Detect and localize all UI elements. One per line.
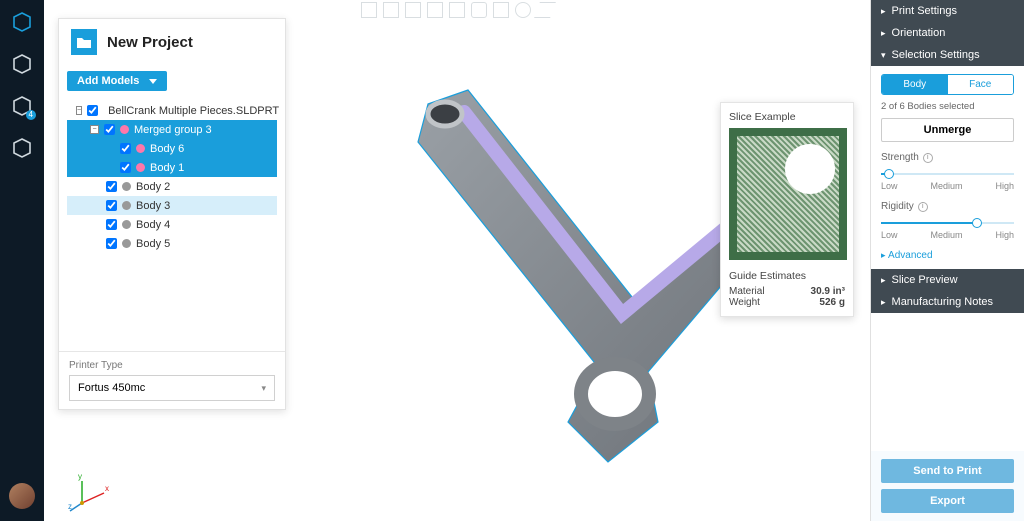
view-icon[interactable] <box>471 2 487 18</box>
band-orientation[interactable]: ▸Orientation <box>871 22 1024 44</box>
tree-label: Body 4 <box>136 219 170 231</box>
body-icon <box>122 220 131 229</box>
visibility-checkbox[interactable] <box>106 200 117 211</box>
left-icon-bar: 4 <box>0 0 44 521</box>
slice-popover: Slice Example Guide Estimates Material30… <box>720 102 854 317</box>
info-icon[interactable]: i <box>923 153 933 163</box>
tree-row[interactable]: Body 1 <box>67 158 277 177</box>
history-icon[interactable]: 4 <box>10 94 34 118</box>
view-icon[interactable] <box>361 2 377 18</box>
tree-label: Body 2 <box>136 181 170 193</box>
visibility-checkbox[interactable] <box>104 124 115 135</box>
body-icon <box>122 239 131 248</box>
band-print-settings[interactable]: ▸Print Settings <box>871 0 1024 22</box>
right-footer: Send to Print Export <box>871 451 1024 521</box>
seg-body-button[interactable]: Body <box>882 75 948 94</box>
project-title: New Project <box>107 34 193 51</box>
view-icon[interactable] <box>383 2 399 18</box>
chevron-right-icon: ▸ <box>881 28 886 39</box>
body-icon <box>122 201 131 210</box>
printer-type-select[interactable]: Fortus 450mc ▾ <box>69 375 275 401</box>
body-icon <box>136 163 145 172</box>
tree-label: Body 3 <box>136 200 170 212</box>
visibility-checkbox[interactable] <box>120 162 131 173</box>
export-button[interactable]: Export <box>881 489 1014 513</box>
strength-slider[interactable] <box>881 169 1014 179</box>
tree-row[interactable]: Body 6 <box>67 139 277 158</box>
add-to-scene-icon[interactable] <box>10 52 34 76</box>
slice-preview-image <box>729 128 847 260</box>
chevron-down-icon: ▾ <box>881 50 886 61</box>
visibility-checkbox[interactable] <box>106 238 117 249</box>
selection-mode-segment: Body Face <box>881 74 1014 95</box>
view-icon[interactable] <box>515 2 531 18</box>
printer-type-label: Printer Type <box>69 360 275 371</box>
estimates-title: Guide Estimates <box>729 270 845 282</box>
tree-row[interactable]: Body 2 <box>67 177 277 196</box>
project-panel: New Project Add Models −BellCrank Multip… <box>58 18 286 410</box>
estimate-row: Weight526 g <box>729 297 845 308</box>
svg-text:y: y <box>78 472 82 481</box>
tree-label: Merged group 3 <box>134 124 212 136</box>
tree-label: BellCrank Multiple Pieces.SLDPRT <box>108 105 279 117</box>
view-icon[interactable] <box>493 2 509 18</box>
view-icon[interactable] <box>427 2 443 18</box>
visibility-checkbox[interactable] <box>106 219 117 230</box>
svg-text:x: x <box>105 484 109 493</box>
printer-type-value: Fortus 450mc <box>78 382 145 394</box>
recent-icon[interactable] <box>10 136 34 160</box>
body-icon <box>136 144 145 153</box>
tree-row[interactable]: Body 5 <box>67 234 277 253</box>
chevron-down-icon <box>149 79 157 84</box>
chevron-down-icon: ▾ <box>261 383 266 394</box>
body-icon <box>120 125 129 134</box>
add-models-button[interactable]: Add Models <box>67 71 167 91</box>
chevron-right-icon: ▸ <box>881 275 886 286</box>
visibility-checkbox[interactable] <box>87 105 98 116</box>
seg-face-button[interactable]: Face <box>948 75 1014 94</box>
selection-settings-content: Body Face 2 of 6 Bodies selected Unmerge… <box>871 66 1024 269</box>
band-slice-preview[interactable]: ▸Slice Preview <box>871 269 1024 291</box>
view-icon[interactable] <box>449 2 465 18</box>
tree-row[interactable]: − Merged group 3 <box>67 120 277 139</box>
band-manufacturing-notes[interactable]: ▸Manufacturing Notes <box>871 291 1024 313</box>
strength-label: Strengthi <box>881 152 1014 163</box>
body-icon <box>122 182 131 191</box>
band-selection-settings[interactable]: ▾Selection Settings <box>871 44 1024 66</box>
tree-label: Body 5 <box>136 238 170 250</box>
view-icon[interactable] <box>534 2 556 18</box>
svg-text:z: z <box>68 502 72 511</box>
slice-title: Slice Example <box>729 111 845 123</box>
tree-label: Body 6 <box>150 143 184 155</box>
right-panel: ▸Print Settings ▸Orientation ▾Selection … <box>870 0 1024 521</box>
avatar[interactable] <box>9 483 35 509</box>
tree-label: Body 1 <box>150 162 184 174</box>
send-to-print-button[interactable]: Send to Print <box>881 459 1014 483</box>
tree-row[interactable]: − BellCrank Multiple Pieces.SLDPRT <box>67 101 277 120</box>
visibility-checkbox[interactable] <box>120 143 131 154</box>
rigidity-label: Rigidityi <box>881 201 1014 212</box>
chevron-right-icon: ▸ <box>881 297 886 308</box>
cube-icon[interactable] <box>10 10 34 34</box>
unmerge-button[interactable]: Unmerge <box>881 118 1014 142</box>
selection-status: 2 of 6 Bodies selected <box>881 101 1014 112</box>
visibility-checkbox[interactable] <box>106 181 117 192</box>
estimate-row: Material30.9 in³ <box>729 286 845 297</box>
chevron-right-icon: ▸ <box>881 6 886 17</box>
view-cube-toolbar <box>361 2 553 18</box>
rigidity-slider[interactable] <box>881 218 1014 228</box>
expander-icon[interactable]: − <box>76 106 82 115</box>
model-tree: −BellCrank Multiple Pieces.SLDPRT−Merged… <box>67 101 277 253</box>
tree-row[interactable]: Body 4 <box>67 215 277 234</box>
info-icon[interactable]: i <box>918 202 928 212</box>
axis-triad: x y z <box>68 469 112 513</box>
view-icon[interactable] <box>405 2 421 18</box>
expander-icon[interactable]: − <box>90 125 99 134</box>
advanced-toggle[interactable]: Advanced <box>881 250 1014 261</box>
add-models-label: Add Models <box>77 75 139 87</box>
tree-row[interactable]: Body 3 <box>67 196 277 215</box>
project-icon <box>71 29 97 55</box>
